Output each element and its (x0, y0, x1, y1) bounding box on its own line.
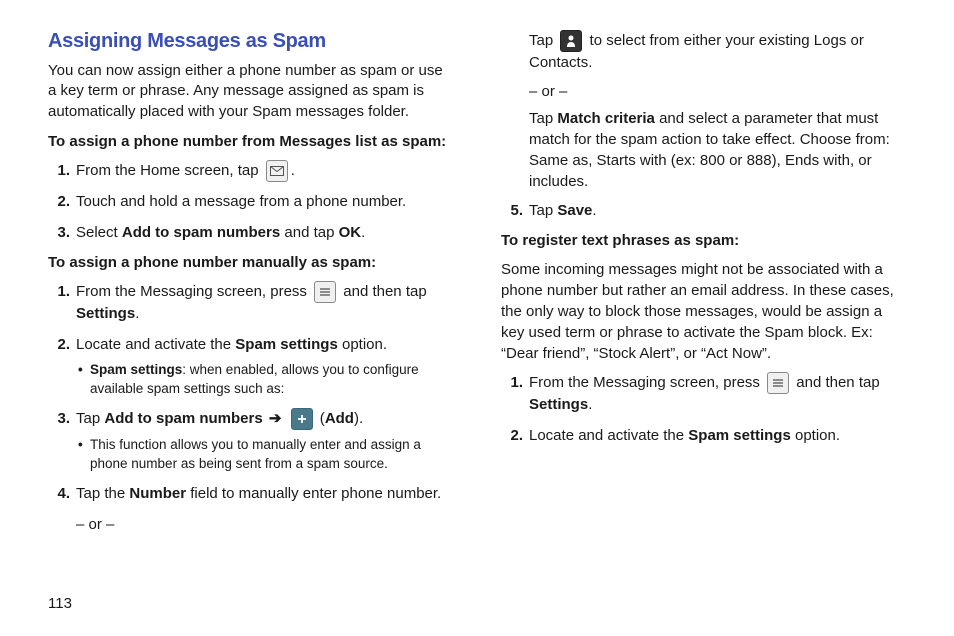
bold-text: Add to spam numbers (122, 224, 280, 241)
step-item: 2. Locate and activate the Spam settings… (70, 334, 453, 400)
arrow-icon: ➔ (269, 408, 282, 430)
bold-text: Settings (76, 305, 135, 322)
step-number: 1. (48, 160, 70, 182)
subheading-3: To register text phrases as spam: (501, 231, 906, 251)
step-text: From the Messaging screen, press (529, 374, 764, 391)
page-content: Assigning Messages as Spam You can now a… (48, 30, 906, 540)
step-item: 5. Tap Save. (523, 200, 906, 222)
bullet-list: This function allows you to manually ent… (76, 436, 453, 474)
step-text: ). (354, 410, 363, 427)
step-item: 2. Locate and activate the Spam settings… (523, 425, 906, 447)
messaging-icon (266, 160, 288, 182)
bold-text: Add to spam numbers (104, 410, 262, 427)
step-text: . (361, 224, 365, 241)
bold-text: Spam settings (688, 427, 791, 444)
bullet-item: Spam settings: when enabled, allows you … (76, 361, 453, 399)
step-text: Tap (529, 32, 557, 49)
plus-icon (291, 408, 313, 430)
section-heading: Assigning Messages as Spam (48, 30, 453, 53)
bullet-item: This function allows you to manually ent… (76, 436, 453, 474)
step-text: . (135, 305, 139, 322)
step-number: 1. (48, 281, 70, 303)
step-text: Tap the (76, 485, 129, 502)
step-item: 1. From the Home screen, tap . (70, 160, 453, 182)
step-text: Tap (529, 110, 557, 127)
step-text: ( (316, 410, 325, 427)
step-text: . (291, 162, 295, 179)
step-item: 4. Tap the Number field to manually ente… (70, 483, 453, 505)
step-text (263, 410, 267, 427)
bold-text: Save (557, 202, 592, 219)
bold-text: Settings (529, 396, 588, 413)
contact-icon (560, 30, 582, 52)
step-item: 3. Tap Add to spam numbers ➔ (Add). This… (70, 408, 453, 474)
steps-list-2-cont: 5. Tap Save. (501, 200, 906, 222)
step-number: 1. (501, 372, 523, 394)
step-text: . (588, 396, 592, 413)
or-divider: – or – (529, 81, 906, 102)
step-text: . (592, 202, 596, 219)
step-number: 2. (501, 425, 523, 447)
step-text: From the Home screen, tap (76, 162, 263, 179)
body-paragraph: Some incoming messages might not be asso… (501, 259, 906, 364)
bold-text: Spam settings (90, 362, 182, 377)
sub-paragraph: Tap Match criteria and select a paramete… (529, 108, 906, 192)
step-number: 5. (501, 200, 523, 222)
step-text: Select (76, 224, 122, 241)
step-text: and then tap (792, 374, 880, 391)
step-text: option. (791, 427, 840, 444)
menu-icon (314, 281, 336, 303)
step-number: 3. (48, 408, 70, 430)
bullet-list: Spam settings: when enabled, allows you … (76, 361, 453, 399)
step-text: Tap (529, 202, 557, 219)
sub-paragraph: Tap to select from either your existing … (529, 30, 906, 73)
step-number: 3. (48, 222, 70, 244)
bold-text: OK (339, 224, 362, 241)
step-text: field to manually enter phone number. (186, 485, 441, 502)
bold-text: Match criteria (557, 110, 655, 127)
step-text: Tap (76, 410, 104, 427)
step-item: 2. Touch and hold a message from a phone… (70, 191, 453, 213)
step-text: Touch and hold a message from a phone nu… (76, 193, 406, 210)
step-text: and then tap (339, 283, 427, 300)
step-item: 3. Select Add to spam numbers and tap OK… (70, 222, 453, 244)
steps-list-1: 1. From the Home screen, tap . 2. Touch … (48, 160, 453, 244)
or-divider: – or – (76, 514, 453, 535)
step-text: option. (338, 336, 387, 353)
intro-paragraph: You can now assign either a phone number… (48, 61, 453, 122)
bold-text: Spam settings (235, 336, 338, 353)
bold-text: Number (129, 485, 186, 502)
subheading-1: To assign a phone number from Messages l… (48, 132, 453, 152)
step-number: 4. (48, 483, 70, 505)
step-text: and tap (280, 224, 338, 241)
step-text: Locate and activate the (76, 336, 235, 353)
step-number: 2. (48, 191, 70, 213)
step-item: 1. From the Messaging screen, press and … (523, 372, 906, 416)
steps-list-3: 1. From the Messaging screen, press and … (501, 372, 906, 447)
step-text: Locate and activate the (529, 427, 688, 444)
page-number: 113 (48, 595, 72, 612)
step-number: 2. (48, 334, 70, 356)
menu-icon (767, 372, 789, 394)
subheading-2: To assign a phone number manually as spa… (48, 253, 453, 273)
bold-text: Add (325, 410, 354, 427)
bullet-text: This function allows you to manually ent… (90, 437, 421, 471)
step-text: From the Messaging screen, press (76, 283, 311, 300)
steps-list-2: 1. From the Messaging screen, press and … (48, 281, 453, 505)
step-item: 1. From the Messaging screen, press and … (70, 281, 453, 325)
